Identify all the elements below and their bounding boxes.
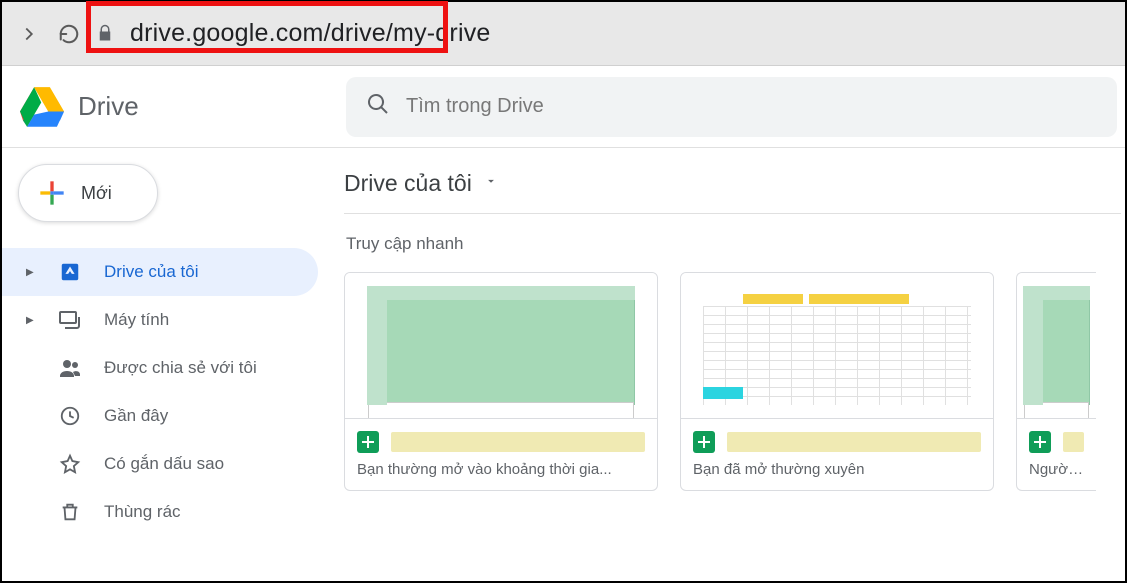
card-title-redacted	[727, 432, 981, 452]
sidebar-item-label: Drive của tôi	[104, 262, 198, 282]
search-icon	[366, 92, 390, 121]
sidebar-item-5[interactable]: Thùng rác	[2, 488, 318, 536]
computers-icon	[58, 308, 82, 332]
trash-icon	[58, 500, 82, 524]
sidebar-item-label: Được chia sẻ với tôi	[104, 358, 257, 378]
new-button[interactable]: Mới	[18, 164, 158, 222]
quick-access-card[interactable]: Người chỉnh	[1016, 272, 1096, 491]
sidebar-item-label: Có gắn dấu sao	[104, 454, 224, 474]
sheets-icon	[357, 431, 379, 453]
drive-logo-area[interactable]: Drive	[2, 85, 346, 129]
card-thumbnail	[681, 273, 993, 419]
sidebar-item-0[interactable]: ▶ Drive của tôi	[2, 248, 318, 296]
expand-caret-icon: ▶	[26, 267, 36, 278]
new-button-label: Mới	[81, 183, 112, 204]
card-subtitle: Bạn đã mở thường xuyên	[681, 457, 993, 490]
starred-icon	[58, 452, 82, 476]
sheets-icon	[693, 431, 715, 453]
quick-access-title: Truy cập nhanh	[346, 234, 1125, 254]
search-box[interactable]: Tìm trong Drive	[346, 77, 1117, 137]
recent-icon	[58, 404, 82, 428]
browser-toolbar: drive.google.com/drive/my-drive	[2, 2, 1125, 66]
plus-icon	[37, 178, 67, 208]
card-subtitle: Bạn thường mở vào khoảng thời gia...	[345, 457, 657, 490]
sidebar-item-1[interactable]: ▶ Máy tính	[2, 296, 318, 344]
main-content: Drive của tôi Truy cập nhanh Bạn thường …	[332, 148, 1125, 581]
card-thumbnail	[1017, 273, 1096, 419]
sidebar-item-2[interactable]: Được chia sẻ với tôi	[2, 344, 318, 392]
card-title-redacted	[1063, 432, 1084, 452]
app-name: Drive	[78, 91, 139, 122]
sidebar: Mới ▶ Drive của tôi ▶ Máy tính Được chia sẻ …	[2, 148, 332, 581]
card-thumbnail	[345, 273, 657, 419]
quick-access-card[interactable]: Bạn đã mở thường xuyên	[680, 272, 994, 491]
expand-caret-icon: ▶	[26, 315, 36, 326]
app-header: Drive Tìm trong Drive	[2, 66, 1125, 148]
address-bar[interactable]: drive.google.com/drive/my-drive	[96, 9, 491, 59]
card-title-redacted	[391, 432, 645, 452]
my-drive-icon	[58, 260, 82, 284]
card-subtitle: Người chỉnh	[1017, 457, 1096, 490]
drive-logo-icon	[20, 85, 64, 129]
sidebar-item-label: Máy tính	[104, 310, 169, 330]
url-text: drive.google.com/drive/my-drive	[130, 19, 491, 48]
breadcrumb[interactable]: Drive của tôi	[344, 170, 1121, 214]
sidebar-item-3[interactable]: Gần đây	[2, 392, 318, 440]
caret-down-icon	[484, 174, 498, 193]
quick-access-card[interactable]: Bạn thường mở vào khoảng thời gia...	[344, 272, 658, 491]
sidebar-item-label: Gần đây	[104, 406, 168, 426]
sheets-icon	[1029, 431, 1051, 453]
shared-icon	[58, 356, 82, 380]
breadcrumb-title: Drive của tôi	[344, 170, 472, 197]
forward-button[interactable]	[16, 21, 42, 47]
reload-button[interactable]	[56, 21, 82, 47]
sidebar-item-label: Thùng rác	[104, 502, 181, 522]
sidebar-item-4[interactable]: Có gắn dấu sao	[2, 440, 318, 488]
search-placeholder: Tìm trong Drive	[406, 95, 544, 118]
lock-icon	[96, 24, 116, 44]
